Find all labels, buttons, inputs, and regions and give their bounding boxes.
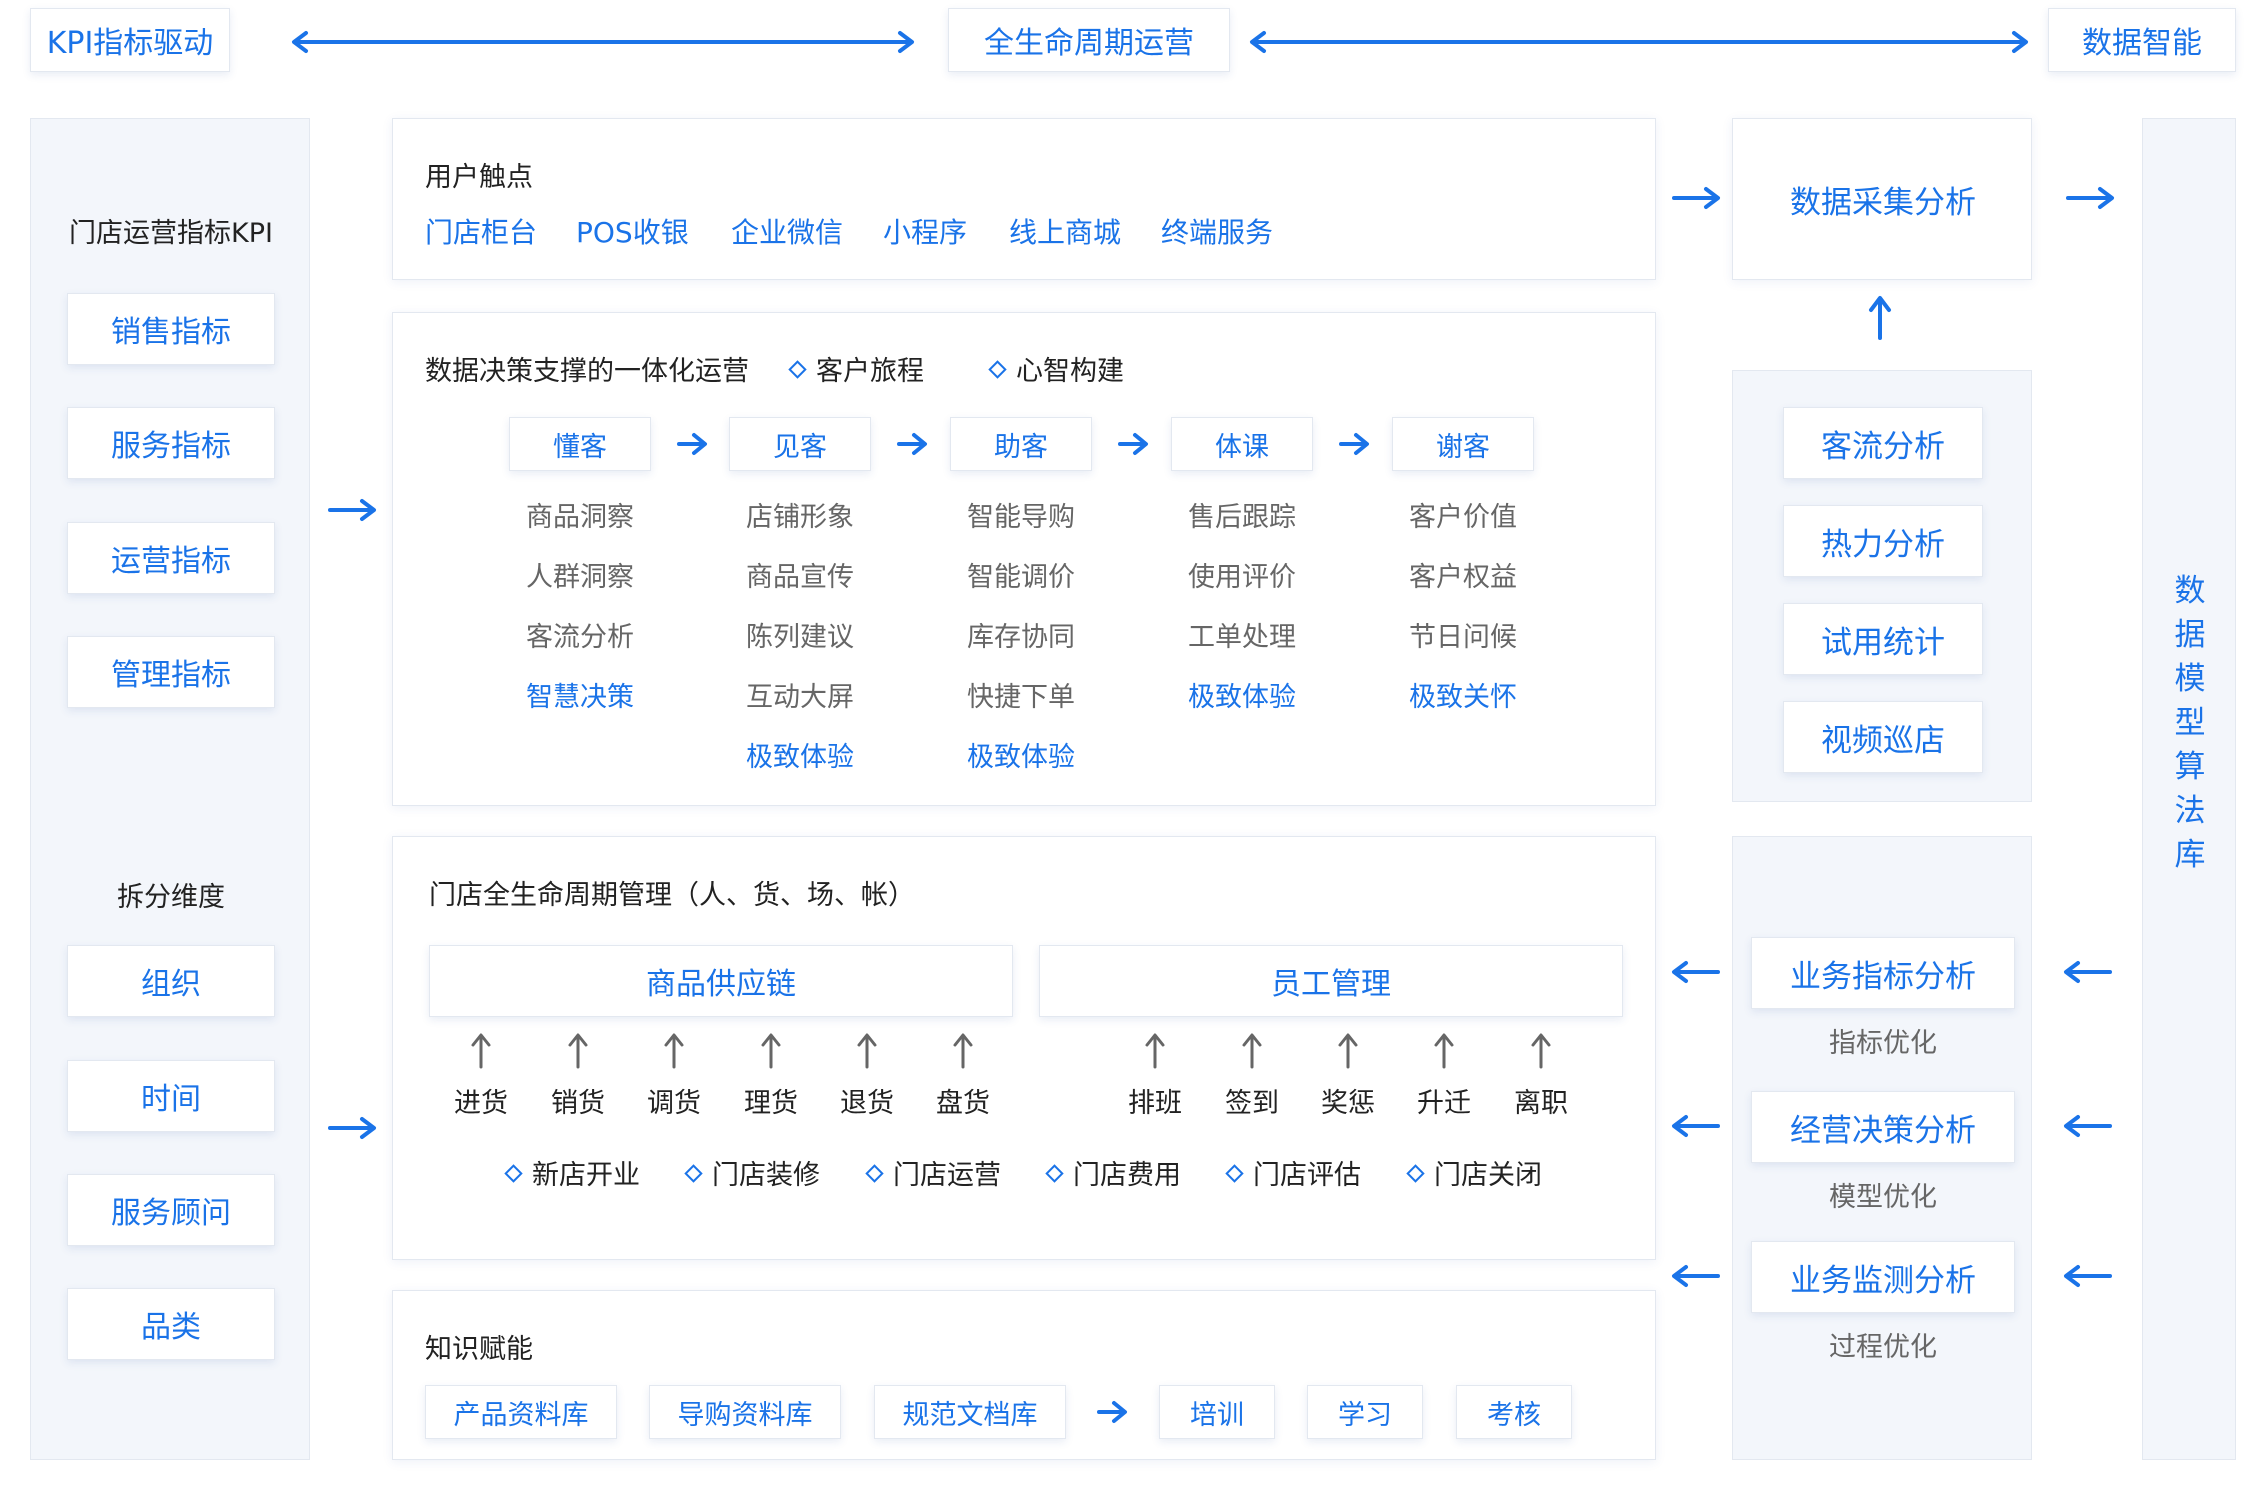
data-collection-box[interactable]: 数据采集分析 [1732, 118, 2032, 280]
biz-decision-sub: 模型优化 [1829, 1182, 1937, 1213]
data-collection-label: 数据采集分析 [1790, 185, 1976, 221]
analysis-video-patrol[interactable]: 视频巡店 [1783, 701, 1983, 773]
biz-monitor-sub: 过程优化 [1829, 1332, 1937, 1363]
biz-kpi-sub: 指标优化 [1829, 1028, 1937, 1059]
analysis-panel: 客流分析 热力分析 试用统计 视频巡店 [1732, 370, 2032, 802]
model-library-char: 库 [2174, 837, 2206, 873]
business-analysis-panel: 业务指标分析 指标优化 经营决策分析 模型优化 业务监测分析 过程优化 [1732, 836, 2032, 1460]
model-library-char: 数 [2174, 573, 2206, 609]
model-library-char: 法 [2174, 793, 2206, 829]
biz-monitor-analysis[interactable]: 业务监测分析 [1751, 1241, 2015, 1313]
model-library-char: 算 [2174, 749, 2206, 785]
model-library-char: 据 [2174, 617, 2206, 653]
model-library-char: 型 [2174, 705, 2206, 741]
analysis-traffic[interactable]: 客流分析 [1783, 407, 1983, 479]
biz-kpi-analysis[interactable]: 业务指标分析 [1751, 937, 2015, 1009]
analysis-trial-stats[interactable]: 试用统计 [1783, 603, 1983, 675]
biz-decision-analysis[interactable]: 经营决策分析 [1751, 1091, 2015, 1163]
analysis-heatmap[interactable]: 热力分析 [1783, 505, 1983, 577]
model-library-panel: 数 据 模 型 算 法 库 [2142, 118, 2236, 1460]
model-library-char: 模 [2174, 661, 2206, 697]
